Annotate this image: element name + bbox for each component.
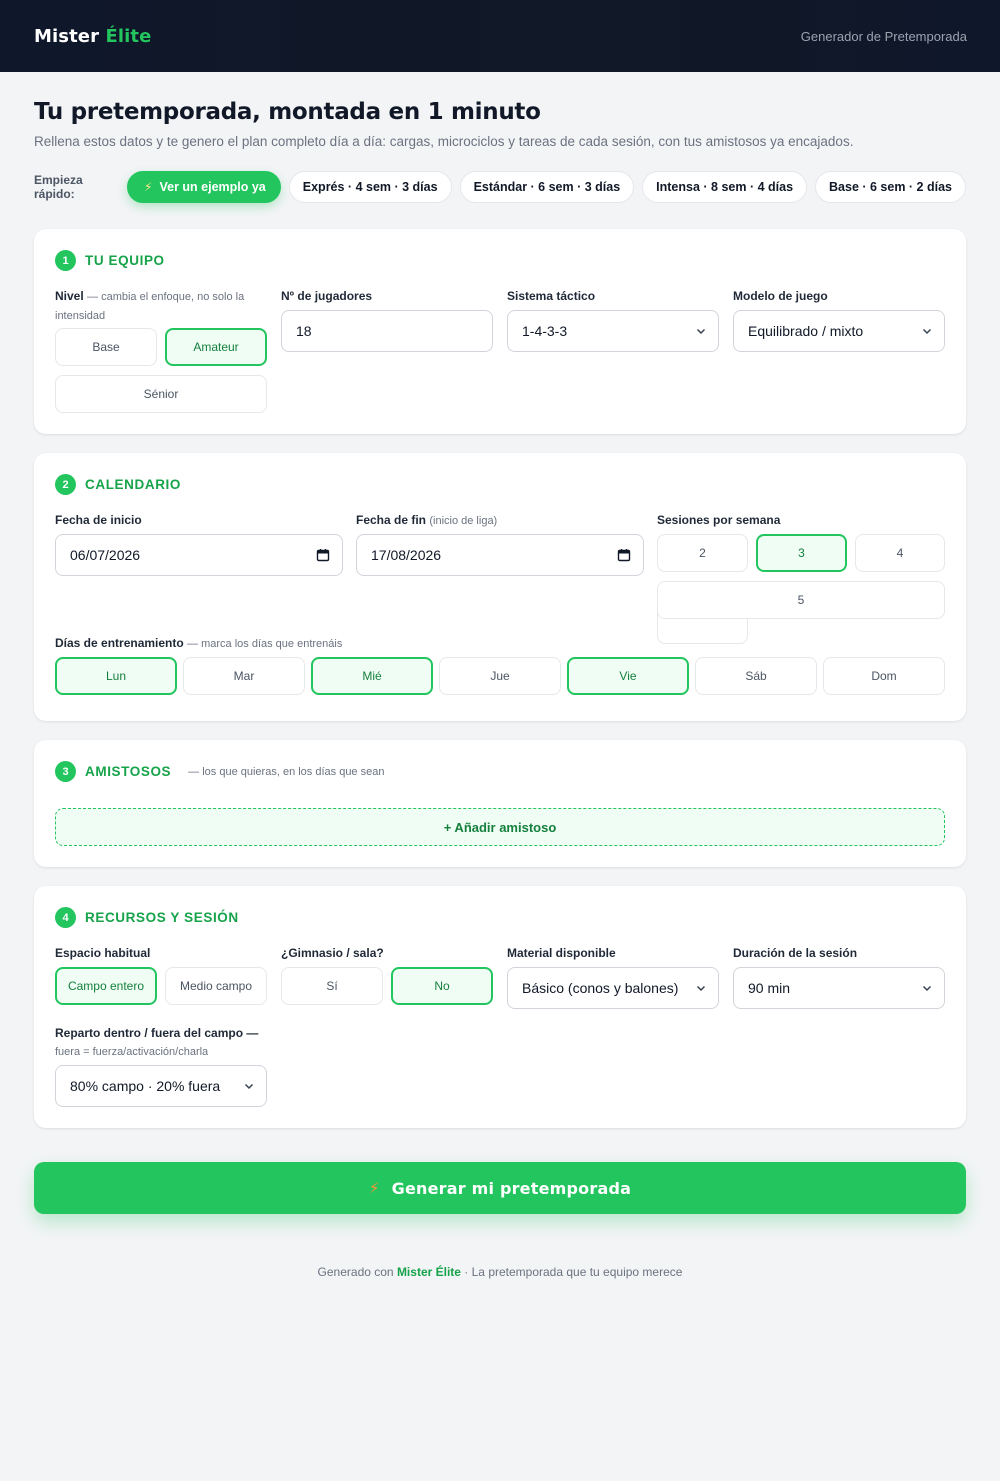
quick-start-label: Empieza rápido: <box>34 173 83 201</box>
dia-jue[interactable]: Jue <box>439 657 561 695</box>
card-header: 1 TU EQUIPO <box>55 250 165 271</box>
preset-chip-expres[interactable]: Exprés · 4 sem · 3 días <box>288 171 452 203</box>
dia-vie[interactable]: Vie <box>567 657 689 695</box>
card-header: 4 RECURSOS Y SESIÓN <box>55 907 239 928</box>
nav-label: Generador de Pretemporada <box>800 28 967 44</box>
gimnasio-label: ¿Gimnasio / sala? <box>281 946 384 960</box>
nivel-option-senior[interactable]: Sénior <box>55 375 267 413</box>
calendar-icon[interactable] <box>617 548 631 562</box>
sesiones-option-3[interactable]: 3 <box>756 534 847 572</box>
modelo-label: Modelo de juego <box>733 289 828 303</box>
dia-mar[interactable]: Mar <box>183 657 305 695</box>
step-number: 4 <box>55 907 76 928</box>
sistema-label: Sistema táctico <box>507 289 596 303</box>
add-amistoso-button[interactable]: + Añadir amistoso <box>55 808 945 846</box>
card-note: — los que quieras, en los días que sean <box>188 765 385 778</box>
quick-start-bar: Empieza rápido: ⚡ Ver un ejemplo ya Expré… <box>34 171 966 203</box>
dia-sab[interactable]: Sáb <box>695 657 817 695</box>
reparto-select[interactable]: 80% campo · 20% fuera <box>55 1065 267 1107</box>
card-title: AMISTOSOS <box>85 764 172 779</box>
dias-label: Días de entrenamiento — marca los días q… <box>55 636 343 650</box>
page-title: Tu pretemporada, montada en 1 minuto <box>34 99 541 125</box>
dia-lun[interactable]: Lun <box>55 657 177 695</box>
footer: Generado con Mister Élite · La pretempor… <box>317 1265 683 1279</box>
material-select[interactable]: Básico (conos y balones) <box>507 967 719 1009</box>
footer-brand-link[interactable]: Mister Élite <box>397 1265 461 1279</box>
card-tu-equipo: 1 TU EQUIPO Nivel — cambia el enfoque, n… <box>34 229 966 434</box>
nivel-label: Nivel — cambia el enfoque, no solo la in… <box>55 289 245 322</box>
step-number: 2 <box>55 474 76 495</box>
material-label: Material disponible <box>507 946 616 960</box>
gimnasio-option-no[interactable]: No <box>391 967 493 1005</box>
main-content: Tu pretemporada, montada en 1 minuto Rel… <box>34 72 966 1279</box>
chevron-down-icon <box>922 985 932 992</box>
lightning-icon: ⚡ <box>144 180 153 194</box>
gimnasio-option-si[interactable]: Sí <box>281 967 383 1005</box>
jugadores-input[interactable]: 18 <box>281 310 493 352</box>
card-title: TU EQUIPO <box>85 253 165 268</box>
fin-label: Fecha de fin (inicio de liga) <box>356 513 498 527</box>
preset-chip-intensa[interactable]: Intensa · 8 sem · 4 días <box>642 171 808 203</box>
chevron-down-icon <box>922 328 932 335</box>
card-amistosos: 3 AMISTOSOS — los que quieras, en los dí… <box>34 740 966 867</box>
sesiones-option-2[interactable]: 2 <box>657 534 748 572</box>
example-chip[interactable]: ⚡ Ver un ejemplo ya <box>127 171 281 203</box>
top-bar: Mister Élite Generador de Pretemporada <box>0 0 1000 72</box>
duracion-select[interactable]: 90 min <box>733 967 945 1009</box>
preset-chip-base[interactable]: Base · 6 sem · 2 días <box>815 171 966 203</box>
fin-date-input[interactable]: 17/08/2026 <box>356 534 644 576</box>
dia-dom[interactable]: Dom <box>823 657 945 695</box>
card-header: 3 AMISTOSOS — los que quieras, en los dí… <box>55 761 384 782</box>
card-title: RECURSOS Y SESIÓN <box>85 910 239 925</box>
sesiones-label: Sesiones por semana <box>657 513 781 527</box>
preset-chip-estandar[interactable]: Estándar · 6 sem · 3 días <box>459 171 635 203</box>
sesiones-option-5[interactable]: 5 <box>657 581 945 619</box>
page-subtitle: Rellena estos datos y te genero el plan … <box>34 134 854 149</box>
sesiones-option-4[interactable]: 4 <box>855 534 945 572</box>
inicio-date-input[interactable]: 06/07/2026 <box>55 534 343 576</box>
card-title: CALENDARIO <box>85 477 181 492</box>
lightning-icon: ⚡ <box>368 1179 380 1197</box>
modelo-select[interactable]: Equilibrado / mixto <box>733 310 945 352</box>
duracion-label: Duración de la sesión <box>733 946 858 960</box>
espacio-option-campo-entero[interactable]: Campo entero <box>55 967 157 1005</box>
generate-button[interactable]: ⚡ Generar mi pretemporada <box>34 1162 966 1214</box>
card-calendario: 2 CALENDARIO Fecha de inicio 06/07/2026 … <box>34 453 966 721</box>
espacio-label: Espacio habitual <box>55 946 151 960</box>
chevron-down-icon <box>696 328 706 335</box>
card-header: 2 CALENDARIO <box>55 474 181 495</box>
reparto-label: Reparto dentro / fuera del campo — fuera … <box>55 1026 259 1058</box>
inicio-label: Fecha de inicio <box>55 513 142 527</box>
sistema-select[interactable]: 1-4-3-3 <box>507 310 719 352</box>
jugadores-label: Nº de jugadores <box>281 289 373 303</box>
nivel-option-amateur[interactable]: Amateur <box>165 328 267 366</box>
chevron-down-icon <box>244 1083 254 1090</box>
step-number: 1 <box>55 250 76 271</box>
espacio-option-medio-campo[interactable]: Medio campo <box>165 967 267 1005</box>
calendar-icon[interactable] <box>316 548 330 562</box>
dia-mie[interactable]: Mié <box>311 657 433 695</box>
card-recursos: 4 RECURSOS Y SESIÓN Espacio habitual Cam… <box>34 886 966 1128</box>
nivel-option-base[interactable]: Base <box>55 328 157 366</box>
brand-logo[interactable]: Mister Élite <box>34 26 151 47</box>
chevron-down-icon <box>696 985 706 992</box>
step-number: 3 <box>55 761 76 782</box>
